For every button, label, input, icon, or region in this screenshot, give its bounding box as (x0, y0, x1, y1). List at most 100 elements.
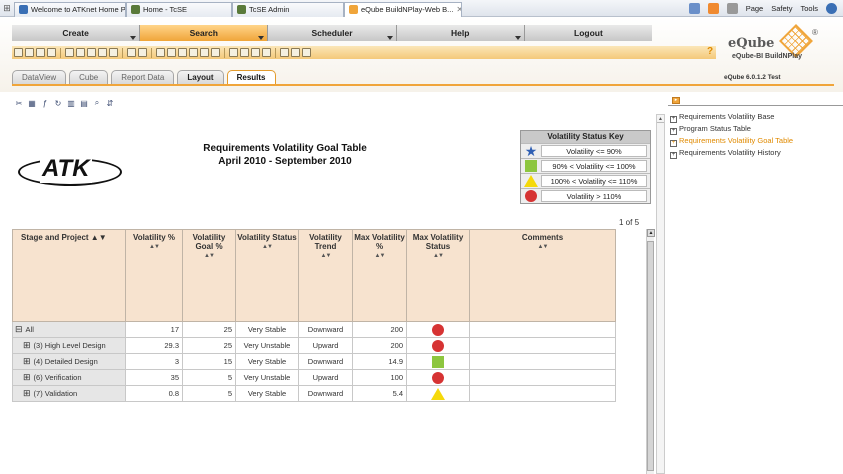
cube-icon[interactable] (36, 48, 45, 57)
menu-scheduler[interactable]: Scheduler (268, 25, 397, 41)
sort-arrows-icon[interactable]: ▲▼ (407, 252, 469, 261)
table-scrollbar[interactable]: ▲ (646, 229, 655, 474)
tab-report-data[interactable]: Report Data (111, 70, 175, 84)
copy-icon[interactable] (76, 48, 85, 57)
open-icon[interactable] (25, 48, 34, 57)
row-header-cell[interactable]: ⊟ All (12, 321, 126, 338)
chart-icon[interactable]: ▤ (79, 98, 89, 108)
chart-icon[interactable] (211, 48, 220, 57)
safety-menu[interactable]: Safety (771, 4, 792, 13)
export-icon[interactable] (178, 48, 187, 57)
row-header-cell[interactable]: ⊞ (7) Validation (12, 385, 126, 402)
column-header-goal[interactable]: Volatility Goal % ▲▼ (182, 229, 236, 322)
sort-arrows-icon[interactable]: ▲▼ (89, 233, 107, 242)
table-row[interactable]: ⊟ All 17 25 Very Stable Downward 200 (12, 321, 616, 338)
table-row[interactable]: ⊞ (7) Validation 0.8 5 Very Stable Downward 5.… (12, 385, 616, 402)
columns-icon[interactable]: ▥ (66, 98, 76, 108)
delete-icon[interactable] (87, 48, 96, 57)
column-header-stage[interactable]: Stage and Project ▲▼ (12, 229, 126, 322)
cut-icon[interactable] (98, 48, 107, 57)
content-scrollbar[interactable]: ▲ (656, 114, 665, 474)
print-icon[interactable] (156, 48, 165, 57)
forward-icon[interactable] (109, 48, 118, 57)
help-question-icon[interactable]: ? (707, 46, 713, 57)
page-menu[interactable]: Page (746, 4, 764, 13)
expand-icon[interactable]: + (670, 116, 677, 123)
column-header-trend[interactable]: Volatility Trend ▲▼ (298, 229, 353, 322)
tab-results[interactable]: Results (226, 70, 276, 84)
tree-item-program-status[interactable]: + Program Status Table (670, 123, 793, 135)
sort-arrows-icon[interactable]: ▲▼ (236, 243, 298, 252)
email-icon[interactable] (291, 48, 300, 57)
menu-logout[interactable]: Logout (524, 25, 653, 41)
row-header-cell[interactable]: ⊞ (6) Verification (12, 369, 126, 386)
sort-icon[interactable] (240, 48, 249, 57)
tab-layout[interactable]: Layout (177, 70, 224, 84)
tree-item-goal-table[interactable]: + Requirements Volatility Goal Table (670, 135, 793, 147)
tools-menu[interactable]: Tools (800, 4, 818, 13)
home-icon[interactable] (688, 2, 700, 14)
browser-tab-tcse-home[interactable]: Home - TcSE (126, 1, 232, 17)
save-icon[interactable] (127, 48, 136, 57)
sort-arrows-icon[interactable]: ▲▼ (126, 243, 182, 252)
settings-icon[interactable] (302, 48, 311, 57)
expand-icon[interactable]: + (670, 140, 677, 147)
tab-list-icon[interactable]: ⊞ (0, 0, 14, 17)
close-tab-icon[interactable]: ✕ (456, 5, 461, 14)
drill-icon[interactable]: ⇵ (105, 98, 115, 108)
column-header-max-status[interactable]: Max Volatility Status ▲▼ (406, 229, 470, 322)
expand-icon[interactable]: ⊟ (15, 324, 23, 334)
pivot-icon[interactable] (262, 48, 271, 57)
column-header-volatility[interactable]: Volatility % ▲▼ (125, 229, 183, 322)
pdf-icon[interactable] (189, 48, 198, 57)
grid-icon[interactable]: ▦ (27, 98, 37, 108)
print-icon[interactable] (726, 2, 738, 14)
formula-icon[interactable]: ƒ (40, 98, 50, 108)
sort-arrows-icon[interactable]: ▲▼ (299, 252, 352, 261)
save-as-icon[interactable] (138, 48, 147, 57)
tab-cube[interactable]: Cube (69, 70, 109, 84)
expand-icon[interactable]: + (670, 152, 677, 159)
tab-dataview[interactable]: DataView (12, 70, 67, 84)
report-icon[interactable] (47, 48, 56, 57)
expand-icon[interactable]: + (670, 128, 677, 135)
search-icon[interactable] (65, 48, 74, 57)
tree-item-volatility-base[interactable]: + Requirements Volatility Base (670, 111, 793, 123)
browser-tab-tcse-admin[interactable]: TcSE Admin (232, 1, 344, 17)
feeds-icon[interactable] (707, 2, 719, 14)
menu-search[interactable]: Search (140, 25, 269, 41)
collapse-panel-icon[interactable]: ▸ (672, 97, 680, 104)
sort-arrows-icon[interactable]: ▲▼ (470, 243, 615, 252)
row-header-cell[interactable]: ⊞ (3) High Level Design (12, 337, 126, 354)
scroll-thumb[interactable] (647, 241, 654, 471)
zoom-icon[interactable]: ⌕ (92, 98, 102, 108)
expand-icon[interactable]: ⊞ (23, 372, 31, 382)
row-header-cell[interactable]: ⊞ (4) Detailed Design (12, 353, 126, 370)
expand-icon[interactable]: ⊞ (23, 340, 31, 350)
table-row[interactable]: ⊞ (3) High Level Design 29.3 25 Very Unstabl… (12, 337, 616, 354)
tree-item-volatility-history[interactable]: + Requirements Volatility History (670, 147, 793, 159)
new-icon[interactable] (14, 48, 23, 57)
scroll-up-icon[interactable]: ▲ (657, 115, 664, 123)
excel-icon[interactable] (200, 48, 209, 57)
refresh-icon[interactable]: ↻ (53, 98, 63, 108)
menu-create[interactable]: Create (12, 25, 141, 41)
scroll-up-icon[interactable]: ▲ (647, 229, 655, 237)
column-header-max-volatility[interactable]: Max Volatility % ▲▼ (352, 229, 407, 322)
expand-icon[interactable]: ⊞ (23, 388, 31, 398)
table-row[interactable]: ⊞ (6) Verification 35 5 Very Unstable Upward 1… (12, 369, 616, 386)
menu-help[interactable]: Help (396, 25, 525, 41)
sort-arrows-icon[interactable]: ▲▼ (353, 252, 406, 261)
expand-icon[interactable]: ⊞ (23, 356, 31, 366)
column-header-status[interactable]: Volatility Status ▲▼ (235, 229, 299, 322)
table-row[interactable]: ⊞ (4) Detailed Design 3 15 Very Stable Downwa… (12, 353, 616, 370)
preview-icon[interactable] (167, 48, 176, 57)
sort-arrows-icon[interactable]: ▲▼ (183, 252, 235, 261)
browser-tab-atknet[interactable]: Welcome to ATKnet Home Page (14, 1, 126, 17)
help-icon[interactable] (826, 2, 837, 14)
column-header-comments[interactable]: Comments ▲▼ (469, 229, 616, 322)
tools-icon[interactable]: ✂ (14, 98, 24, 108)
drill-icon[interactable] (251, 48, 260, 57)
filter-icon[interactable] (229, 48, 238, 57)
browser-tab-eqube[interactable]: eQube BuildNPlay-Web B... ✕ (344, 1, 462, 17)
